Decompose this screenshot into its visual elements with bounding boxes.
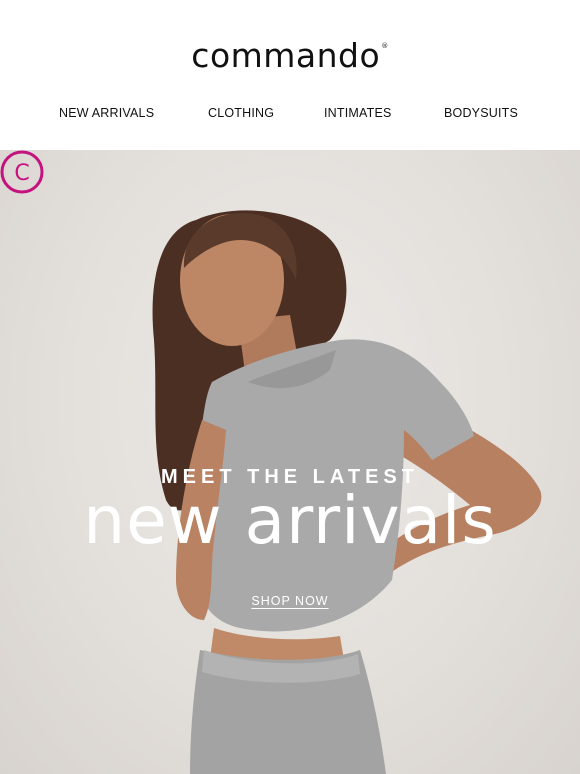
nav-item-new-arrivals[interactable]: NEW ARRIVALS <box>59 106 154 120</box>
logo-text: commando <box>191 36 381 75</box>
hero-banner[interactable]: C MEET THE LATEST new arrivals SHOP NOW <box>0 150 580 774</box>
nav-item-clothing[interactable]: CLOTHING <box>208 106 274 120</box>
shop-now-link[interactable]: SHOP NOW <box>251 594 328 608</box>
email-header: commando® NEW ARRIVALS CLOTHING INTIMATE… <box>0 0 580 150</box>
main-nav: NEW ARRIVALS CLOTHING INTIMATES BODYSUIT… <box>0 106 580 122</box>
nav-item-bodysuits[interactable]: BODYSUITS <box>444 106 518 120</box>
brand-logo[interactable]: commando® <box>0 36 580 75</box>
nav-item-intimates[interactable]: INTIMATES <box>324 106 392 120</box>
badge-letter: C <box>14 161 29 186</box>
cta-wrapper: SHOP NOW <box>0 592 580 610</box>
brand-c-badge-icon: C <box>0 150 44 194</box>
hero-headline: new arrivals <box>83 482 497 559</box>
trademark-symbol: ® <box>381 42 389 50</box>
hero-model-photo <box>152 210 542 774</box>
